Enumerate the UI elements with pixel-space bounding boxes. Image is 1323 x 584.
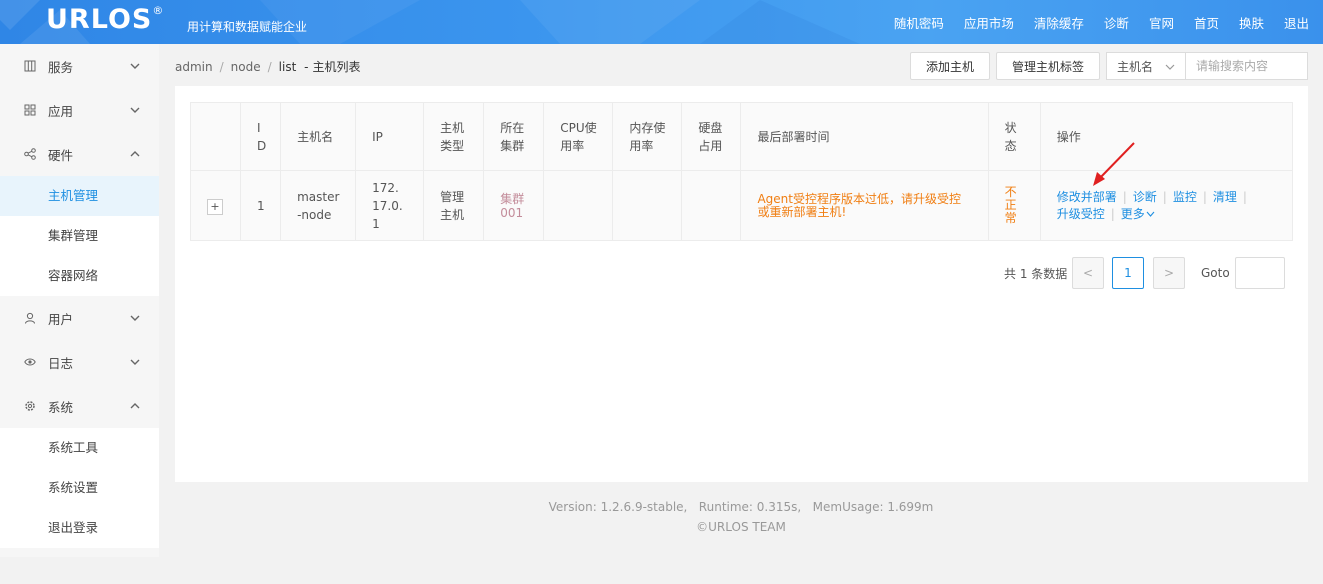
monitor-link[interactable]: 监控	[1173, 190, 1197, 204]
sidebar-item-system-settings[interactable]: 系统设置	[0, 468, 159, 508]
nav-app-market[interactable]: 应用市场	[964, 13, 1014, 32]
sidebar-group-logs[interactable]: 日志	[0, 340, 159, 384]
nav-random-password[interactable]: 随机密码	[894, 13, 944, 32]
cluster-link[interactable]: 集群001	[500, 192, 526, 220]
sidebar-group-apps[interactable]: 应用	[0, 88, 159, 132]
nav-official-site[interactable]: 官网	[1149, 13, 1174, 32]
cell-status: 不正常	[987, 170, 1041, 241]
deploy-warning: Agent受控程序版本过低，请升级受控或重新部署主机!	[757, 191, 961, 219]
footer: Version: 1.2.6.9-stable, Runtime: 0.315s…	[159, 497, 1323, 537]
col-hostname: 主机名	[280, 102, 357, 171]
manage-host-tags-button[interactable]: 管理主机标签	[996, 52, 1100, 80]
page-title: 主机列表	[312, 60, 361, 74]
version-info: Version: 1.2.6.9-stable, Runtime: 0.315s…	[548, 500, 934, 514]
col-status: 状态	[987, 102, 1041, 171]
nav-diagnose[interactable]: 诊断	[1104, 13, 1129, 32]
annotation-arrow	[1093, 142, 1135, 186]
chevron-down-icon	[130, 107, 140, 113]
grid-icon	[24, 60, 36, 72]
cell-host-type: 管理主机	[423, 170, 485, 241]
chevron-down-icon	[1146, 211, 1155, 217]
page-1-button[interactable]: 1	[1112, 257, 1144, 289]
col-disk: 硬盘占用	[681, 102, 742, 171]
sidebar-group-hardware[interactable]: 硬件	[0, 132, 159, 176]
chevron-down-icon	[130, 359, 140, 365]
sidebar-item-cluster-management[interactable]: 集群管理	[0, 216, 159, 256]
next-page-button[interactable]: >	[1153, 257, 1185, 289]
top-nav: 随机密码 应用市场 清除缓存 诊断 官网 首页 换肤 退出	[874, 0, 1309, 44]
system-submenu: 系统工具 系统设置 退出登录	[0, 428, 159, 548]
clean-link[interactable]: 清理	[1213, 190, 1237, 204]
col-actions: 操作	[1039, 102, 1294, 171]
col-cpu: CPU使用率	[543, 102, 614, 171]
col-id: ID	[240, 102, 282, 171]
chevron-up-icon	[130, 403, 140, 409]
cell-cpu	[543, 170, 614, 241]
copyright: ©URLOS TEAM	[696, 520, 786, 534]
expand-row-button[interactable]: +	[207, 198, 223, 215]
cell-mem	[612, 170, 683, 241]
total-count: 共 1 条数据	[1004, 267, 1068, 281]
col-last-deploy: 最后部署时间	[740, 102, 989, 171]
sidebar-item-logout[interactable]: 退出登录	[0, 508, 159, 548]
status-badge: 不正常	[1004, 185, 1017, 225]
cell-ip: 172.17.0.1	[355, 170, 425, 241]
more-dropdown[interactable]: 更多	[1121, 207, 1155, 221]
modify-and-deploy-link[interactable]: 修改并部署	[1057, 190, 1117, 204]
sidebar-group-system[interactable]: 系统	[0, 384, 159, 428]
cell-cluster: 集群001	[483, 170, 545, 241]
share-icon	[24, 148, 36, 160]
cell-last-deploy: Agent受控程序版本过低，请升级受控或重新部署主机!	[740, 170, 989, 241]
cell-id: 1	[240, 170, 282, 241]
chevron-up-icon	[130, 151, 140, 157]
pagination: 共 1 条数据 < 1 > Goto	[175, 257, 1308, 289]
breadcrumb-list: list	[278, 60, 297, 74]
prev-page-button[interactable]: <	[1072, 257, 1104, 289]
cell-actions: 修改并部署 | 诊断 | 监控 | 清理 | 升级受控 | 更多	[1039, 170, 1294, 241]
sidebar-item-host-management[interactable]: 主机管理	[0, 176, 159, 216]
sidebar-item-container-network[interactable]: 容器网络	[0, 256, 159, 296]
breadcrumb-admin[interactable]: admin	[175, 60, 213, 74]
cell-hostname: master-node	[280, 170, 357, 241]
sidebar: 服务 应用 硬件 主机管理 集群管理 容器网络 用户 日志 系统 系统工具 系统…	[0, 44, 159, 557]
breadcrumb-node[interactable]: node	[231, 60, 261, 74]
col-mem: 内存使用率	[612, 102, 683, 171]
sidebar-item-system-tools[interactable]: 系统工具	[0, 428, 159, 468]
diagnose-link[interactable]: 诊断	[1133, 190, 1157, 204]
chevron-down-icon	[130, 63, 140, 69]
header-slogan: 用计算和数据赋能企业	[187, 20, 308, 34]
sidebar-group-service[interactable]: 服务	[0, 44, 159, 88]
sidebar-group-users[interactable]: 用户	[0, 296, 159, 340]
nav-logout[interactable]: 退出	[1284, 13, 1309, 32]
nav-skin[interactable]: 换肤	[1239, 13, 1264, 32]
col-cluster: 所在集群	[483, 102, 545, 171]
breadcrumb: admin / node / list - 主机列表	[175, 60, 361, 74]
user-icon	[25, 312, 35, 324]
gear-icon	[25, 401, 35, 411]
urlos-logo[interactable]: URLOS®	[46, 4, 164, 35]
goto-label: Goto	[1201, 266, 1230, 280]
nav-clear-cache[interactable]: 清除缓存	[1034, 13, 1084, 32]
col-ip: IP	[355, 102, 425, 171]
hardware-submenu: 主机管理 集群管理 容器网络	[0, 176, 159, 296]
nav-home[interactable]: 首页	[1194, 13, 1219, 32]
breadcrumb-dash: -	[304, 60, 309, 74]
apps-icon	[24, 104, 36, 116]
col-expand	[189, 102, 242, 171]
goto-page-input[interactable]	[1235, 257, 1285, 289]
chevron-down-icon	[1165, 64, 1175, 70]
chevron-down-icon	[130, 315, 140, 321]
cell-disk	[681, 170, 742, 241]
eye-icon	[24, 358, 36, 366]
add-host-button[interactable]: 添加主机	[910, 52, 990, 80]
upgrade-agent-link[interactable]: 升级受控	[1057, 207, 1105, 221]
top-header: URLOS® 用计算和数据赋能企业 随机密码 应用市场 清除缓存 诊断 官网 首…	[0, 0, 1323, 44]
search-field-select[interactable]: 主机名	[1106, 52, 1186, 80]
search-input[interactable]	[1185, 52, 1308, 80]
col-host-type: 主机类型	[423, 102, 485, 171]
